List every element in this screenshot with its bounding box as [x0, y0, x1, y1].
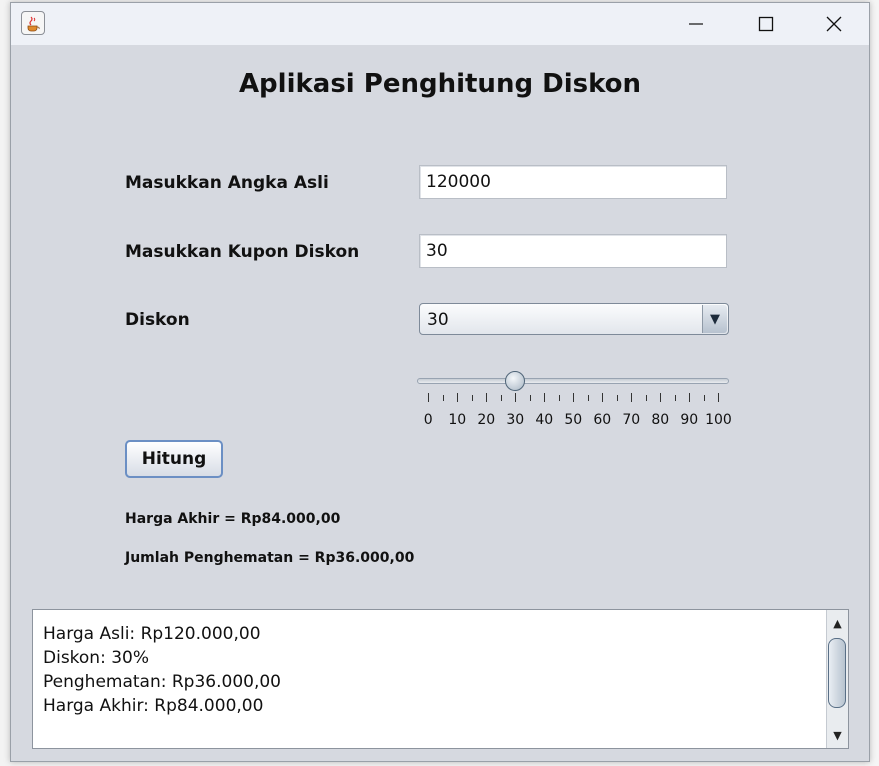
- slider-tick: [718, 393, 719, 402]
- slider-tick: [486, 393, 487, 402]
- slider-tick: [616, 395, 618, 401]
- slider-tick-label: 70: [622, 412, 641, 428]
- slider-tick: [428, 393, 429, 402]
- harga-akhir-result: Harga Akhir = Rp84.000,00: [125, 511, 341, 527]
- slider-tick-label: 100: [705, 412, 732, 428]
- diskon-dropdown-value: 30: [427, 310, 449, 330]
- slider-tick: [602, 393, 603, 402]
- slider-tick: [457, 393, 458, 402]
- slider-tick: [442, 395, 444, 401]
- slider-tick-label: 80: [651, 412, 670, 428]
- maximize-icon: [758, 16, 774, 32]
- minimize-button[interactable]: [661, 3, 731, 45]
- java-coffee-icon: [21, 11, 45, 35]
- chevron-down-icon[interactable]: ▼: [702, 305, 727, 333]
- slider-tick-label: 40: [535, 412, 554, 428]
- slider-tick: [587, 395, 589, 401]
- slider-tick: [515, 393, 516, 402]
- title-bar: [11, 3, 869, 45]
- scroll-down-icon[interactable]: ▼: [827, 724, 848, 746]
- output-textarea[interactable]: Harga Asli: Rp120.000,00 Diskon: 30% Pen…: [32, 609, 849, 749]
- scrollbar-thumb[interactable]: [828, 638, 846, 708]
- slider-tick-label: 0: [423, 412, 433, 428]
- maximize-button[interactable]: [731, 3, 801, 45]
- minimize-icon: [689, 23, 703, 25]
- slider-tick-label: 60: [593, 412, 612, 428]
- output-line: Diskon: 30%: [43, 648, 150, 668]
- slider-tick: [631, 393, 632, 402]
- slider-tick: [689, 393, 690, 402]
- page-title: Aplikasi Penghitung Diskon: [238, 69, 642, 99]
- kupon-diskon-label: Masukkan Kupon Diskon: [125, 242, 360, 262]
- scroll-up-icon[interactable]: ▲: [827, 612, 848, 634]
- jumlah-penghematan-result: Jumlah Penghematan = Rp36.000,00: [125, 550, 415, 566]
- output-line: Harga Asli: Rp120.000,00: [43, 624, 261, 644]
- slider-tick: [529, 395, 531, 401]
- close-button[interactable]: [799, 3, 869, 45]
- slider-tick: [500, 395, 502, 401]
- slider-tick-label: 50: [564, 412, 583, 428]
- diskon-label: Diskon: [125, 310, 190, 330]
- diskon-slider-track[interactable]: [417, 378, 729, 384]
- slider-tick: [471, 395, 473, 401]
- slider-tick: [703, 395, 705, 401]
- angka-asli-label: Masukkan Angka Asli: [125, 173, 329, 193]
- angka-asli-input[interactable]: [419, 165, 727, 199]
- slider-tick: [645, 395, 647, 401]
- output-line: Penghematan: Rp36.000,00: [43, 672, 281, 692]
- diskon-slider-thumb[interactable]: [505, 371, 525, 391]
- slider-tick-label: 10: [448, 412, 467, 428]
- vertical-scrollbar[interactable]: ▲ ▼: [826, 610, 848, 748]
- slider-tick: [544, 393, 545, 402]
- close-icon: [826, 16, 842, 32]
- slider-tick: [674, 395, 676, 401]
- diskon-dropdown[interactable]: 30 ▼: [419, 303, 729, 335]
- slider-tick: [573, 393, 574, 402]
- slider-tick: [660, 393, 661, 402]
- hitung-button[interactable]: Hitung: [125, 440, 223, 478]
- output-line: Harga Akhir: Rp84.000,00: [43, 696, 264, 716]
- slider-tick: [558, 395, 560, 401]
- slider-tick-label: 30: [506, 412, 525, 428]
- slider-tick-label: 20: [477, 412, 496, 428]
- app-window: Aplikasi Penghitung Diskon Masukkan Angk…: [10, 2, 870, 762]
- kupon-diskon-input[interactable]: [419, 234, 727, 268]
- slider-tick-label: 90: [680, 412, 699, 428]
